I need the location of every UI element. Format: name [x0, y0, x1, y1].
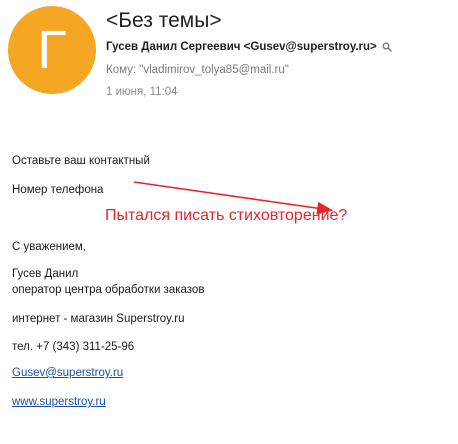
sender-line: Гусев Данил Сергеевич <Gusev@superstroy.…: [106, 41, 392, 53]
email-date: 1 июня, 11:04: [106, 86, 178, 98]
signature-phone: тел. +7 (343) 311-25-96: [12, 341, 135, 353]
sender-name[interactable]: Гусев Данил Сергеевич: [106, 41, 240, 53]
signature-shop: интернет - магазин Superstroy.ru: [12, 313, 185, 325]
body-line-contact: Оставьте ваш контактный: [12, 155, 150, 167]
annotation-text: Пытался писать стиховторение?: [105, 207, 348, 224]
sender-email[interactable]: <Gusev@superstroy.ru>: [244, 41, 377, 53]
signature-site-link[interactable]: www.superstroy.ru: [12, 396, 106, 408]
avatar: Г: [8, 6, 96, 94]
body-line-phone: Номер телефона: [12, 184, 104, 196]
body-regards: С уважением,: [12, 241, 86, 253]
recipient-line: Кому: "vladimirov_tolya85@mail.ru": [106, 64, 289, 76]
signature-position: оператор центра обработки заказов: [12, 284, 205, 296]
to-label: Кому:: [106, 64, 137, 76]
search-icon[interactable]: [382, 42, 392, 52]
email-subject: <Без темы>: [106, 9, 222, 32]
signature-name: Гусев Данил: [12, 268, 79, 280]
signature-email-link[interactable]: Gusev@superstroy.ru: [12, 367, 123, 379]
recipient-email[interactable]: "vladimirov_tolya85@mail.ru": [139, 64, 289, 76]
